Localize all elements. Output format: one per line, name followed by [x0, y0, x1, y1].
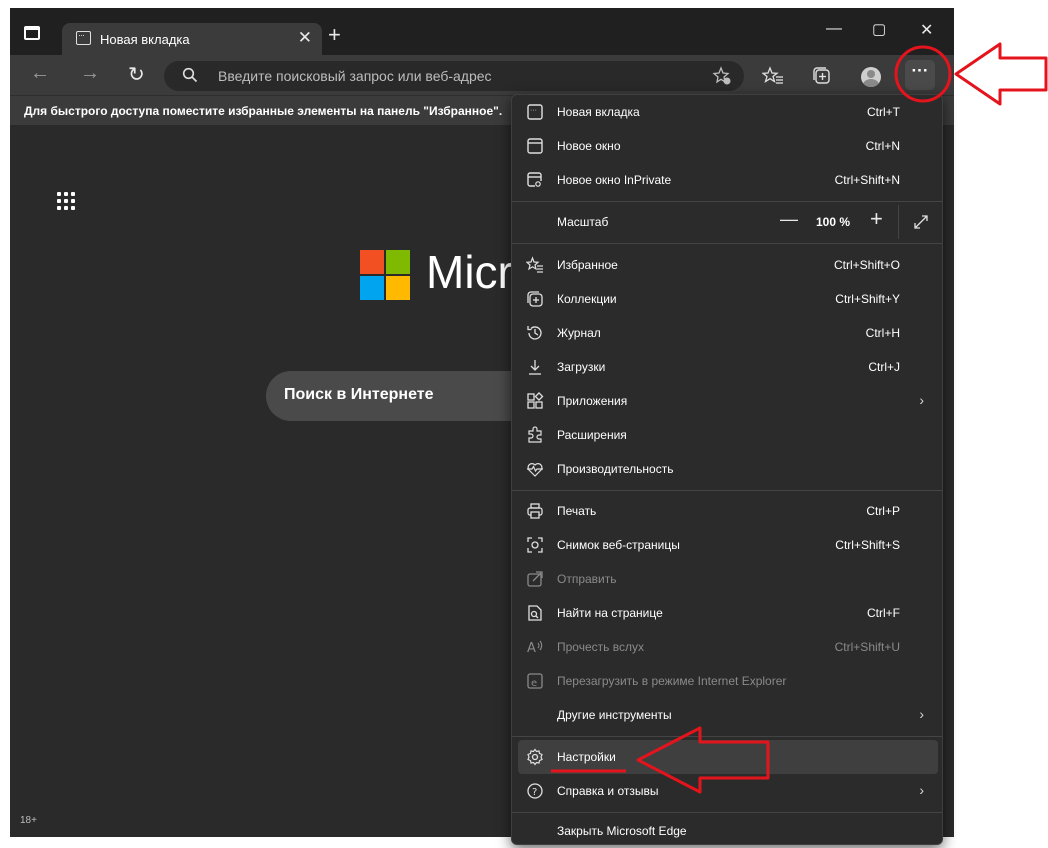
maximize-icon[interactable]: ▢	[872, 20, 886, 38]
zoom-out-button[interactable]: —	[780, 209, 798, 230]
screenshot-icon	[527, 537, 543, 553]
favorites-bar-hint: Для быстрого доступа поместите избранные…	[24, 104, 503, 118]
title-bar: Новая вкладка ✕ + — ▢ ✕	[10, 8, 954, 55]
svg-text:···: ···	[530, 107, 537, 114]
new-tab-icon	[76, 30, 91, 45]
print-icon	[527, 503, 543, 519]
collections-icon	[527, 291, 543, 307]
menu-separator	[512, 490, 942, 491]
minimize-icon[interactable]: —	[826, 20, 842, 38]
downloads-icon	[529, 360, 541, 375]
menu-item-web-capture[interactable]: Снимок веб-страницы Ctrl+Shift+S	[518, 528, 938, 562]
menu-separator	[512, 736, 942, 737]
favorites-icon	[526, 256, 543, 273]
profile-avatar[interactable]	[861, 67, 881, 87]
share-icon	[527, 571, 543, 587]
menu-item-read-aloud[interactable]: A Прочесть вслух Ctrl+Shift+U	[518, 630, 938, 664]
chevron-right-icon: ›	[919, 706, 924, 722]
apps-icon	[527, 392, 544, 409]
menu-item-performance[interactable]: Производительность	[518, 452, 938, 486]
settings-and-more-menu: ··· Новая вкладка Ctrl+T Новое окно Ctrl…	[511, 94, 943, 845]
tab-close-icon[interactable]: ✕	[298, 28, 312, 48]
menu-item-new-inprivate-window[interactable]: Новое окно InPrivate Ctrl+Shift+N	[518, 163, 938, 197]
menu-item-zoom: Масштаб — 100 % +	[518, 205, 938, 239]
new-tab-plus-icon[interactable]: +	[328, 22, 341, 48]
menu-item-collections[interactable]: Коллекции Ctrl+Shift+Y	[518, 282, 938, 316]
settings-and-more-button[interactable]: ···	[905, 60, 935, 90]
tab-new-tab[interactable]: Новая вкладка ✕	[62, 23, 322, 55]
tab-actions-icon[interactable]	[24, 26, 40, 40]
navigation-bar: ← → ↻ Введите поисковый запрос или веб-а…	[10, 55, 954, 95]
menu-item-apps[interactable]: Приложения ›	[518, 384, 938, 418]
extensions-icon	[528, 426, 542, 443]
age-badge: 18+	[20, 815, 37, 826]
ie-mode-icon: e	[527, 673, 543, 689]
menu-item-help-and-feedback[interactable]: ? Справка и отзывы ›	[518, 774, 938, 808]
web-search-box[interactable]: Поиск в Интернете	[266, 371, 526, 421]
svg-text:?: ?	[532, 787, 537, 798]
zoom-divider	[898, 205, 899, 239]
svg-text:e: e	[531, 678, 537, 689]
inprivate-icon	[527, 172, 543, 188]
read-aloud-icon: A	[527, 640, 543, 656]
menu-item-favorites[interactable]: Избранное Ctrl+Shift+O	[518, 248, 938, 282]
menu-item-new-tab[interactable]: ··· Новая вкладка Ctrl+T	[518, 95, 938, 129]
menu-item-extensions[interactable]: Расширения	[518, 418, 938, 452]
favorites-icon[interactable]	[762, 65, 784, 87]
menu-item-history[interactable]: Журнал Ctrl+H	[518, 316, 938, 350]
help-icon: ?	[527, 783, 543, 799]
menu-item-close-edge[interactable]: Закрыть Microsoft Edge	[518, 814, 938, 848]
collections-icon[interactable]	[811, 65, 833, 87]
fullscreen-icon[interactable]	[912, 213, 930, 231]
menu-separator	[512, 243, 942, 244]
chevron-right-icon: ›	[919, 392, 924, 408]
new-tab-icon: ···	[527, 104, 543, 120]
menu-item-settings[interactable]: Настройки	[518, 740, 938, 774]
menu-item-print[interactable]: Печать Ctrl+P	[518, 494, 938, 528]
zoom-label: Масштаб	[557, 215, 609, 229]
menu-separator	[512, 812, 942, 813]
performance-icon	[527, 463, 543, 477]
tab-title: Новая вкладка	[100, 32, 190, 47]
close-window-icon[interactable]: ✕	[920, 20, 933, 40]
app-launcher-icon[interactable]	[57, 192, 77, 212]
microsoft-logo-icon	[360, 250, 412, 302]
forward-arrow-icon[interactable]: →	[80, 62, 100, 85]
svg-text:A: A	[527, 641, 536, 656]
history-icon	[527, 326, 542, 340]
refresh-icon[interactable]: ↻	[128, 62, 145, 87]
search-icon	[182, 67, 198, 83]
web-search-label: Поиск в Интернете	[284, 386, 434, 403]
settings-icon	[527, 748, 543, 766]
address-bar[interactable]: Введите поисковый запрос или веб-адрес	[164, 61, 744, 91]
menu-item-downloads[interactable]: Загрузки Ctrl+J	[518, 350, 938, 384]
address-bar-placeholder: Введите поисковый запрос или веб-адрес	[218, 68, 492, 84]
chevron-right-icon: ›	[919, 782, 924, 798]
zoom-in-button[interactable]: +	[870, 206, 883, 232]
find-icon	[528, 605, 542, 621]
menu-item-share[interactable]: Отправить	[518, 562, 938, 596]
menu-item-new-window[interactable]: Новое окно Ctrl+N	[518, 129, 938, 163]
add-favorite-icon[interactable]	[712, 66, 732, 86]
menu-item-find-on-page[interactable]: Найти на странице Ctrl+F	[518, 596, 938, 630]
microsoft-logo-text: Micro	[426, 246, 516, 298]
pointer-arrow-top-icon	[954, 42, 1048, 106]
back-arrow-icon[interactable]: ←	[30, 62, 50, 85]
zoom-value: 100 %	[816, 215, 851, 229]
menu-item-reload-ie-mode[interactable]: e Перезагрузить в режиме Internet Explor…	[518, 664, 938, 698]
menu-separator	[512, 201, 942, 202]
new-window-icon	[527, 138, 543, 154]
menu-item-more-tools[interactable]: Другие инструменты ›	[518, 698, 938, 732]
